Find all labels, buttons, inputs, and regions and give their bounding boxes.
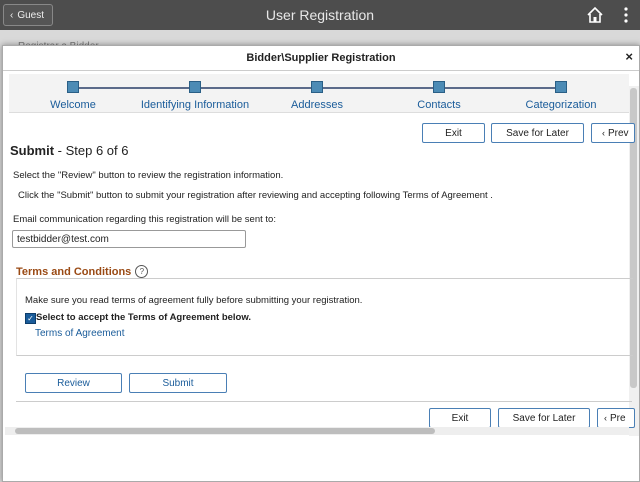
instruction-submit: Click the "Submit" button to submit your… <box>18 190 493 201</box>
train-step-addresses[interactable]: Addresses <box>247 81 387 111</box>
horizontal-scroll-thumb[interactable] <box>15 428 435 434</box>
step-marker-icon <box>311 81 323 93</box>
page-title: User Registration <box>265 7 375 23</box>
registration-modal: Bidder\Supplier Registration × Welcome I… <box>2 45 640 482</box>
step-marker-icon <box>189 81 201 93</box>
checkmark-icon: ✓ <box>27 314 34 323</box>
save-for-later-button-bottom[interactable]: Save for Later <box>498 408 590 428</box>
step-marker-icon <box>433 81 445 93</box>
save-for-later-button-top[interactable]: Save for Later <box>491 123 584 143</box>
kebab-menu-icon[interactable] <box>622 6 630 24</box>
terms-section-header[interactable]: Terms and Conditions ? <box>16 265 149 278</box>
step-heading-title: Submit <box>10 143 55 158</box>
terms-note: Make sure you read terms of agreement fu… <box>25 295 363 306</box>
modal-title: Bidder\Supplier Registration <box>246 52 396 64</box>
top-banner: ‹ Guest User Registration <box>0 0 640 30</box>
terms-of-agreement-link[interactable]: Terms of Agreement <box>35 328 124 339</box>
step-heading-progress: - Step 6 of 6 <box>54 143 129 158</box>
accept-terms-checkbox[interactable]: ✓ <box>25 313 36 324</box>
close-icon[interactable]: × <box>625 49 633 64</box>
review-button[interactable]: Review <box>25 373 122 393</box>
email-field[interactable] <box>12 230 246 248</box>
email-label: Email communication regarding this regis… <box>13 214 276 225</box>
help-icon[interactable]: ? <box>135 265 149 278</box>
terms-section-title: Terms and Conditions <box>16 265 132 278</box>
exit-button-top[interactable]: Exit <box>422 123 485 143</box>
train-step-contacts[interactable]: Contacts <box>369 81 509 111</box>
home-icon[interactable] <box>586 6 604 24</box>
train-step-identifying-information[interactable]: Identifying Information <box>125 81 265 111</box>
train-step-label: Contacts <box>417 99 461 111</box>
modal-title-divider <box>3 70 639 71</box>
previous-label: Prev <box>608 127 629 139</box>
previous-label: Pre <box>610 412 626 424</box>
bottom-divider <box>16 401 632 402</box>
step-train: Welcome Identifying Information Addresse… <box>9 74 629 113</box>
train-step-welcome[interactable]: Welcome <box>3 81 143 111</box>
train-step-label: Addresses <box>291 99 343 111</box>
step-heading: Submit - Step 6 of 6 <box>10 143 129 158</box>
train-step-categorization[interactable]: Categorization <box>491 81 631 111</box>
horizontal-scrollbar[interactable] <box>5 427 629 435</box>
exit-button-bottom[interactable]: Exit <box>429 408 491 428</box>
previous-button-top[interactable]: ‹ Prev <box>591 123 635 143</box>
train-step-label: Welcome <box>50 99 96 111</box>
chevron-left-icon: ‹ <box>602 128 605 138</box>
step-marker-icon <box>555 81 567 93</box>
step-marker-icon <box>67 81 79 93</box>
chevron-left-icon: ‹ <box>604 413 607 423</box>
instruction-review: Select the "Review" button to review the… <box>13 170 284 181</box>
train-step-label: Categorization <box>525 99 597 111</box>
accept-terms-label[interactable]: Select to accept the Terms of Agreement … <box>36 312 251 323</box>
previous-button-bottom[interactable]: ‹ Pre <box>597 408 635 428</box>
submit-button[interactable]: Submit <box>129 373 227 393</box>
train-step-label: Identifying Information <box>140 99 250 111</box>
